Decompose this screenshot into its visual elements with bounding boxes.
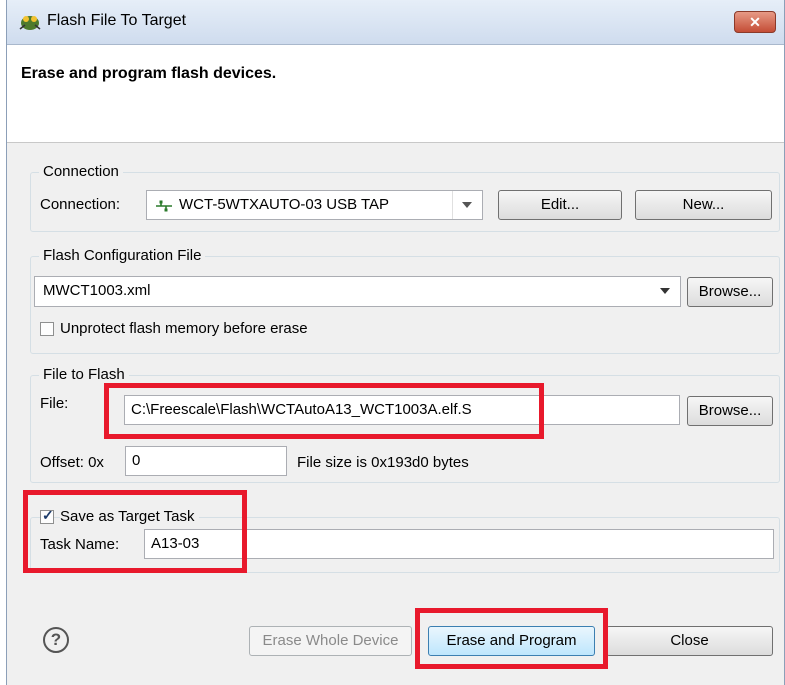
flash-config-group-label: Flash Configuration File bbox=[39, 247, 206, 264]
file-browse-button[interactable]: Browse... bbox=[687, 396, 773, 426]
window-title: Flash File To Target bbox=[47, 12, 187, 29]
new-connection-button[interactable]: New... bbox=[635, 190, 772, 220]
close-button[interactable]: Close bbox=[606, 626, 773, 656]
flash-config-group: Flash Configuration File MWCT1003.xml Br… bbox=[30, 247, 780, 354]
connection-select[interactable]: WCT-5WTXAUTO-03 USB TAP bbox=[146, 190, 483, 220]
chevron-down-icon bbox=[462, 202, 472, 208]
file-label: File: bbox=[40, 395, 69, 412]
erase-whole-device-button[interactable]: Erase Whole Device bbox=[249, 626, 412, 656]
connection-group-label: Connection bbox=[39, 163, 123, 180]
flash-app-icon bbox=[19, 16, 41, 30]
flash-config-select[interactable]: MWCT1003.xml bbox=[34, 276, 681, 307]
connection-value: WCT-5WTXAUTO-03 USB TAP bbox=[179, 196, 390, 213]
offset-label: Offset: 0x bbox=[40, 454, 104, 471]
flash-config-browse-button[interactable]: Browse... bbox=[687, 277, 773, 307]
edit-connection-button[interactable]: Edit... bbox=[498, 190, 622, 220]
connection-group: Connection Connection: WCT-5WTXAUTO-03 U… bbox=[30, 163, 780, 232]
help-icon: ? bbox=[50, 630, 62, 649]
offset-input[interactable]: 0 bbox=[125, 446, 287, 476]
help-button[interactable]: ? bbox=[43, 627, 69, 653]
usb-icon bbox=[156, 200, 172, 212]
offset-value: 0 bbox=[132, 452, 141, 469]
file-path-highlight bbox=[104, 383, 544, 439]
unprotect-label: Unprotect flash memory before erase bbox=[60, 320, 308, 337]
connection-field-label: Connection: bbox=[40, 196, 121, 213]
file-size-text: File size is 0x193d0 bytes bbox=[297, 454, 469, 471]
chevron-down-icon bbox=[660, 288, 670, 294]
header-description: Erase and program flash devices. bbox=[21, 65, 277, 82]
close-window-button[interactable]: ✕ bbox=[734, 11, 776, 33]
dialog-header: Erase and program flash devices. bbox=[7, 45, 784, 143]
title-bar: Flash File To Target ✕ bbox=[7, 0, 784, 45]
close-icon: ✕ bbox=[749, 14, 761, 30]
flash-config-value: MWCT1003.xml bbox=[43, 282, 151, 299]
erase-and-program-highlight bbox=[415, 608, 608, 669]
flash-dialog: Flash File To Target ✕ Erase and program… bbox=[6, 0, 785, 685]
file-to-flash-group-label: File to Flash bbox=[39, 366, 129, 383]
target-task-highlight bbox=[23, 490, 247, 573]
unprotect-checkbox[interactable] bbox=[40, 322, 54, 336]
